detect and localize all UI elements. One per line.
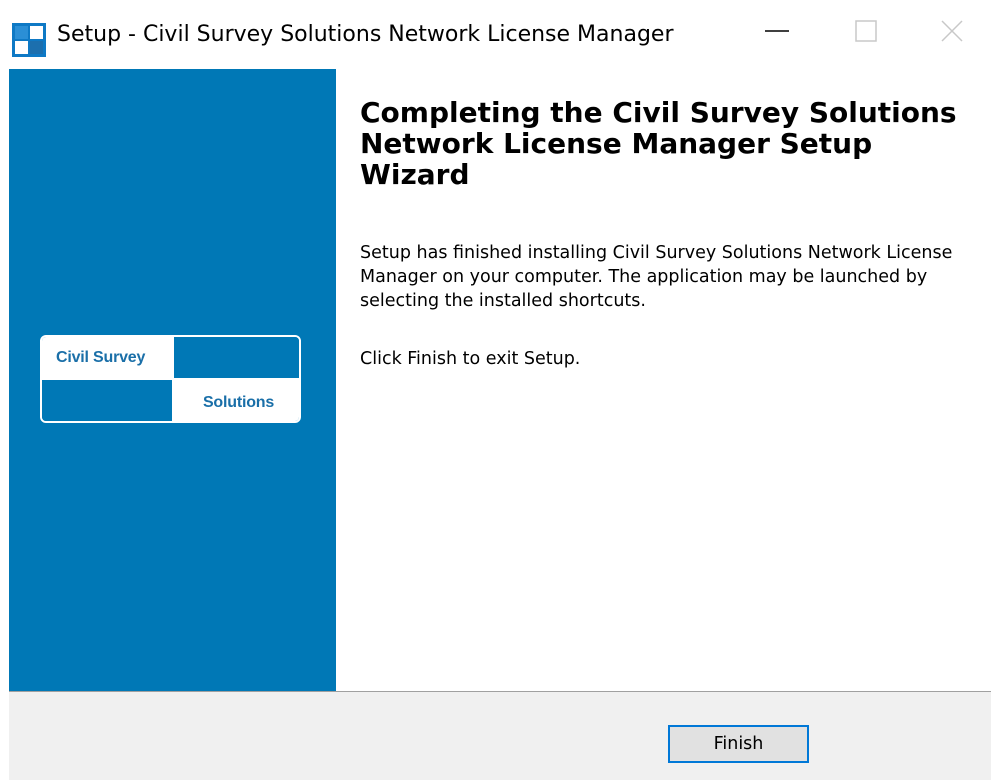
button-bar: Finish bbox=[9, 691, 991, 780]
close-icon bbox=[941, 20, 963, 46]
wizard-content: Completing the Civil Survey Solutions Ne… bbox=[336, 69, 991, 691]
logo-top-right bbox=[174, 337, 299, 378]
minimize-icon bbox=[765, 19, 789, 47]
completion-message: Setup has finished installing Civil Surv… bbox=[360, 243, 953, 311]
finish-button[interactable]: Finish bbox=[668, 725, 809, 763]
close-button[interactable] bbox=[908, 0, 991, 66]
window-frame bbox=[0, 66, 9, 780]
exit-instruction: Click Finish to exit Setup. bbox=[360, 349, 581, 369]
logo-top-left: Civil Survey bbox=[42, 337, 172, 378]
wizard-banner: Civil Survey Solutions bbox=[9, 69, 336, 691]
logo-text-civil-survey: Civil Survey bbox=[56, 348, 146, 366]
logo-text-solutions: Solutions bbox=[202, 393, 275, 411]
maximize-icon bbox=[855, 20, 877, 46]
logo-divider bbox=[172, 337, 174, 421]
page-title: Completing the Civil Survey Solutions Ne… bbox=[360, 96, 957, 191]
civil-survey-solutions-logo: Civil Survey Solutions bbox=[40, 335, 301, 423]
minimize-button[interactable] bbox=[733, 0, 821, 66]
setup-wizard-window: Setup - Civil Survey Solutions Network L… bbox=[0, 0, 991, 780]
logo-bottom-right: Solutions bbox=[174, 380, 299, 421]
setup-app-icon bbox=[12, 23, 46, 57]
maximize-button[interactable] bbox=[822, 0, 910, 66]
window-title: Setup - Civil Survey Solutions Network L… bbox=[57, 22, 674, 47]
title-bar: Setup - Civil Survey Solutions Network L… bbox=[0, 0, 991, 66]
logo-bottom-left bbox=[42, 380, 172, 421]
